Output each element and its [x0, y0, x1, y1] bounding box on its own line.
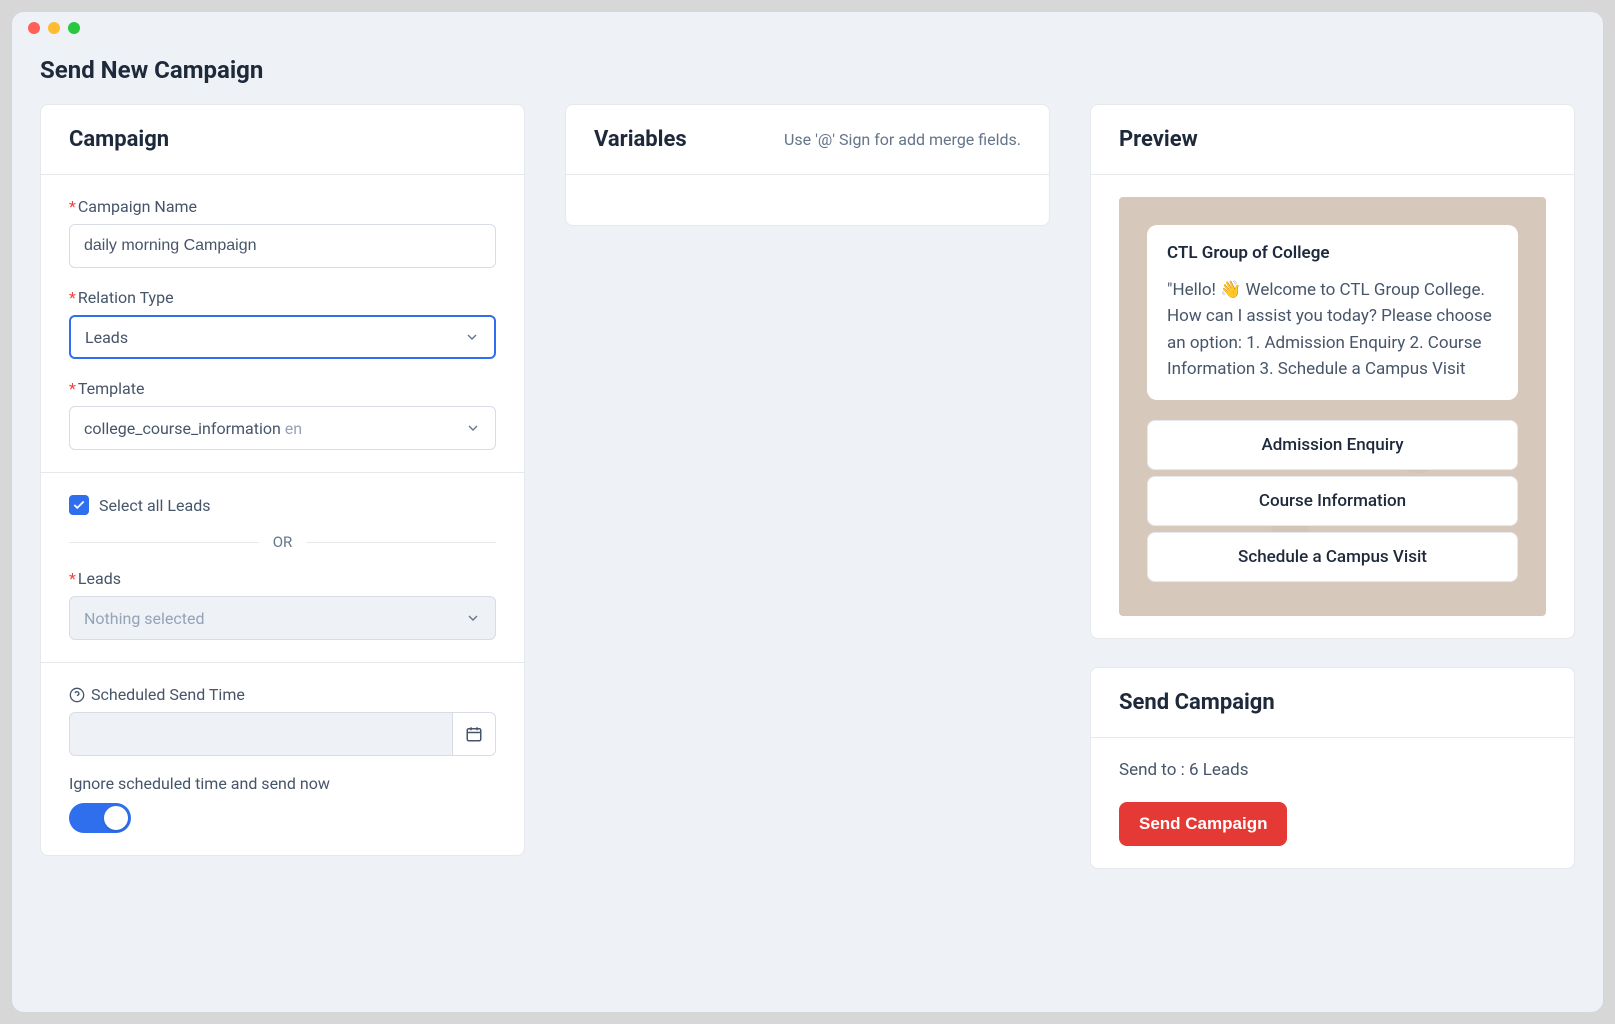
window-titlebar — [12, 12, 1603, 44]
preview-option-button: Schedule a Campus Visit — [1147, 532, 1518, 582]
campaign-card-title: Campaign — [69, 127, 169, 152]
scheduled-send-time-input[interactable] — [69, 712, 453, 756]
preview-bubble-title: CTL Group of College — [1167, 243, 1498, 263]
preview-card-title: Preview — [1119, 127, 1198, 152]
send-campaign-title: Send Campaign — [1119, 690, 1275, 715]
send-summary: Send to : 6 Leads — [1119, 760, 1546, 780]
chevron-down-icon — [465, 610, 481, 626]
select-all-leads-label: Select all Leads — [99, 496, 210, 515]
window-minimize-dot[interactable] — [48, 22, 60, 34]
ignore-scheduled-toggle[interactable] — [69, 803, 131, 833]
or-separator: OR — [69, 533, 496, 551]
preview-option-button: Admission Enquiry — [1147, 420, 1518, 470]
scheduled-send-time-label: Scheduled Send Time — [91, 685, 245, 704]
leads-select[interactable]: Nothing selected — [69, 596, 496, 640]
campaign-name-input[interactable] — [69, 224, 496, 268]
template-label: *Template — [69, 379, 496, 398]
variables-hint: Use '@' Sign for add merge fields. — [784, 130, 1021, 149]
relation-type-label: *Relation Type — [69, 288, 496, 307]
send-campaign-button[interactable]: Send Campaign — [1119, 802, 1287, 846]
window-maximize-dot[interactable] — [68, 22, 80, 34]
variables-body — [566, 175, 1049, 225]
send-campaign-card: Send Campaign Send to : 6 Leads Send Cam… — [1090, 667, 1575, 869]
page-title: Send New Campaign — [40, 56, 1575, 84]
chevron-down-icon — [465, 420, 481, 436]
chevron-down-icon — [464, 329, 480, 345]
relation-type-select[interactable]: Leads — [69, 315, 496, 359]
campaign-card: Campaign *Campaign Name *Relation Type L… — [40, 104, 525, 856]
preview-message-bubble: CTL Group of College "Hello! 👋 Welcome t… — [1147, 225, 1518, 400]
leads-label: *Leads — [69, 569, 496, 588]
leads-placeholder: Nothing selected — [84, 609, 205, 628]
calendar-button[interactable] — [453, 712, 496, 756]
template-select[interactable]: college_course_information en — [69, 406, 496, 450]
preview-option-button: Course Information — [1147, 476, 1518, 526]
variables-card: Variables Use '@' Sign for add merge fie… — [565, 104, 1050, 226]
ignore-scheduled-label: Ignore scheduled time and send now — [69, 774, 496, 793]
campaign-name-label: *Campaign Name — [69, 197, 496, 216]
preview-chat-background: CTL Group of College "Hello! 👋 Welcome t… — [1119, 197, 1546, 616]
calendar-icon — [465, 725, 483, 743]
variables-card-title: Variables — [594, 127, 687, 152]
help-icon — [69, 687, 85, 703]
template-value: college_course_information en — [84, 419, 302, 438]
select-all-leads-checkbox[interactable] — [69, 495, 89, 515]
preview-bubble-text: "Hello! 👋 Welcome to CTL Group College. … — [1167, 277, 1498, 382]
relation-type-value: Leads — [85, 328, 128, 347]
window-close-dot[interactable] — [28, 22, 40, 34]
preview-card: Preview CTL Group of College "Hello! 👋 W… — [1090, 104, 1575, 639]
